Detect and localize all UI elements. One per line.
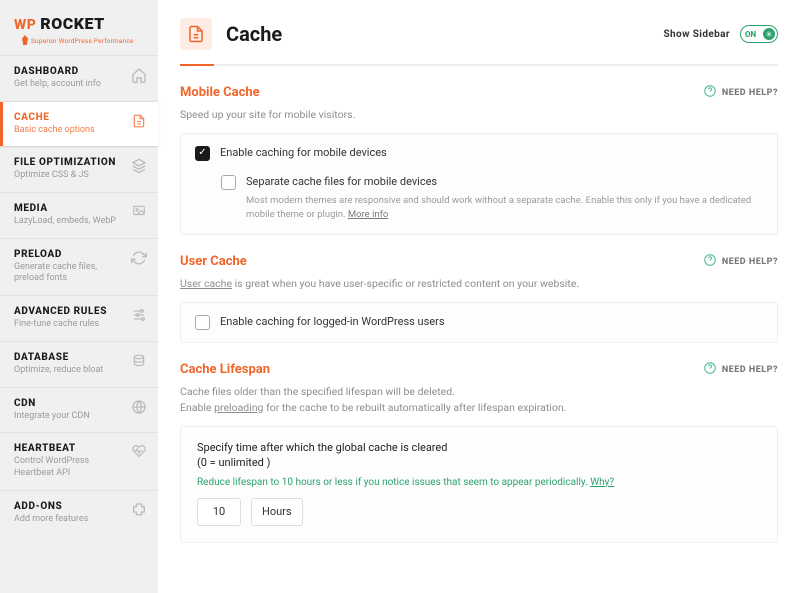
section-desc: Speed up your site for mobile visitors. — [180, 107, 778, 123]
section-mobile-cache: Mobile Cache NEED HELP? Speed up your si… — [180, 84, 778, 235]
sidebar-item-cache[interactable]: CACHE Basic cache options — [0, 101, 158, 147]
lifespan-value-input[interactable]: 10 — [197, 498, 241, 526]
preloading-doc-link[interactable]: preloading — [214, 401, 263, 414]
lifespan-unit-select[interactable]: Hours — [251, 498, 303, 526]
sidebar-item-database[interactable]: DATABASE Optimize, reduce bloat — [0, 341, 158, 387]
page-icon — [180, 18, 212, 50]
help-icon — [703, 361, 717, 378]
sidebar-item-desc: Get help, account info — [14, 79, 124, 91]
puzzle-icon — [130, 502, 148, 518]
option-label: Enable caching for logged-in WordPress u… — [220, 315, 445, 328]
doc-icon — [130, 113, 148, 129]
sidebar-item-desc: Generate cache files, preload fonts — [14, 262, 124, 285]
sidebar-item-label: HEARTBEAT — [14, 443, 124, 454]
checkbox-enable-user-cache[interactable] — [195, 315, 210, 330]
sidebar-item-dashboard[interactable]: DASHBOARD Get help, account info — [0, 55, 158, 101]
sidebar-item-label: FILE OPTIMIZATION — [14, 157, 124, 168]
sidebar-item-desc: Integrate your CDN — [14, 411, 124, 423]
main-content: Cache Show Sidebar ON Mobile Cache NEED … — [158, 0, 800, 593]
sidebar-item-cdn[interactable]: CDN Integrate your CDN — [0, 387, 158, 433]
brand-name: ROCKET — [40, 14, 104, 33]
need-help-label: NEED HELP? — [722, 257, 778, 267]
tab-indicator — [180, 64, 778, 66]
show-sidebar-label: Show Sidebar — [663, 29, 730, 40]
sidebar-item-heartbeat[interactable]: HEARTBEAT Control WordPress Heartbeat AP… — [0, 432, 158, 489]
sidebar-item-addons[interactable]: ADD-ONS Add more features — [0, 490, 158, 536]
sidebar-item-desc: Basic cache options — [14, 125, 124, 137]
sidebar-item-media[interactable]: MEDIA LazyLoad, embeds, WebP — [0, 192, 158, 238]
sidebar-item-label: PRELOAD — [14, 249, 124, 260]
sidebar-item-label: ADD-ONS — [14, 501, 124, 512]
lifespan-tip: Reduce lifespan to 10 hours or less if y… — [197, 477, 761, 488]
section-cache-lifespan: Cache Lifespan NEED HELP? Cache files ol… — [180, 361, 778, 543]
checkbox-separate-mobile-cache[interactable] — [221, 175, 236, 190]
more-info-link[interactable]: More info — [348, 209, 389, 220]
option-desc: Most modern themes are responsive and sh… — [246, 194, 763, 223]
sidebar-item-label: DASHBOARD — [14, 66, 124, 77]
checkbox-enable-mobile-cache[interactable] — [195, 146, 210, 161]
section-user-cache: User Cache NEED HELP? User cache is grea… — [180, 253, 778, 343]
image-icon — [130, 204, 148, 218]
sidebar-item-label: DATABASE — [14, 352, 124, 363]
help-icon — [703, 253, 717, 270]
globe-icon — [130, 399, 148, 415]
lifespan-panel-title: Specify time after which the global cach… — [197, 441, 761, 454]
page-header: Cache Show Sidebar ON — [180, 18, 778, 64]
heartbeat-icon — [130, 444, 148, 458]
sidebar-item-preload[interactable]: PRELOAD Generate cache files, preload fo… — [0, 238, 158, 295]
sidebar-nav: DASHBOARD Get help, account info CACHE B… — [0, 55, 158, 535]
lifespan-zero-note: (0 = unlimited ) — [197, 456, 761, 469]
page-title: Cache — [226, 22, 282, 46]
show-sidebar-toggle[interactable]: ON — [740, 25, 778, 43]
sidebar-item-desc: Optimize, reduce bloat — [14, 365, 124, 377]
brand-wp: WP — [14, 17, 36, 33]
section-title: Mobile Cache — [180, 85, 260, 100]
sidebar-item-desc: Optimize CSS & JS — [14, 170, 124, 182]
section-title: User Cache — [180, 254, 247, 269]
layers-icon — [130, 158, 148, 174]
brand-tagline: Superior WordPress Performance — [22, 35, 146, 45]
help-icon — [703, 84, 717, 101]
sidebar-item-desc: Control WordPress Heartbeat API — [14, 456, 124, 479]
sidebar-item-label: MEDIA — [14, 203, 124, 214]
database-icon — [130, 353, 148, 369]
section-title: Cache Lifespan — [180, 362, 270, 377]
lifespan-panel: Specify time after which the global cach… — [180, 426, 778, 543]
sidebar-item-label: CDN — [14, 398, 124, 409]
mobile-cache-panel: Enable caching for mobile devices Separa… — [180, 133, 778, 236]
sidebar-item-file-optimization[interactable]: FILE OPTIMIZATION Optimize CSS & JS — [0, 146, 158, 192]
need-help-label: NEED HELP? — [722, 88, 778, 98]
need-help-label: NEED HELP? — [722, 365, 778, 375]
sidebar: WP ROCKET Superior WordPress Performance… — [0, 0, 158, 593]
sliders-icon — [130, 307, 148, 323]
option-label: Enable caching for mobile devices — [220, 146, 387, 159]
sidebar-item-desc: Add more features — [14, 514, 124, 526]
sidebar-item-advanced-rules[interactable]: ADVANCED RULES Fine-tune cache rules — [0, 295, 158, 341]
need-help-link[interactable]: NEED HELP? — [703, 361, 778, 378]
option-label: Separate cache files for mobile devices — [246, 175, 437, 188]
sidebar-item-label: CACHE — [14, 112, 124, 123]
user-cache-doc-link[interactable]: User cache — [180, 277, 232, 290]
home-icon — [130, 67, 148, 83]
need-help-link[interactable]: NEED HELP? — [703, 253, 778, 270]
sidebar-item-label: ADVANCED RULES — [14, 306, 124, 317]
sidebar-item-desc: LazyLoad, embeds, WebP — [14, 216, 124, 228]
section-desc: User cache is great when you have user-s… — [180, 276, 778, 292]
refresh-icon — [130, 250, 148, 266]
user-cache-panel: Enable caching for logged-in WordPress u… — [180, 302, 778, 343]
toggle-knob-icon — [763, 28, 775, 40]
lifespan-why-link[interactable]: Why? — [590, 477, 614, 488]
brand: WP ROCKET Superior WordPress Performance — [0, 0, 158, 55]
need-help-link[interactable]: NEED HELP? — [703, 84, 778, 101]
sidebar-item-desc: Fine-tune cache rules — [14, 319, 124, 331]
toggle-on-label: ON — [745, 30, 756, 39]
section-desc: Cache files older than the specified lif… — [180, 384, 778, 416]
